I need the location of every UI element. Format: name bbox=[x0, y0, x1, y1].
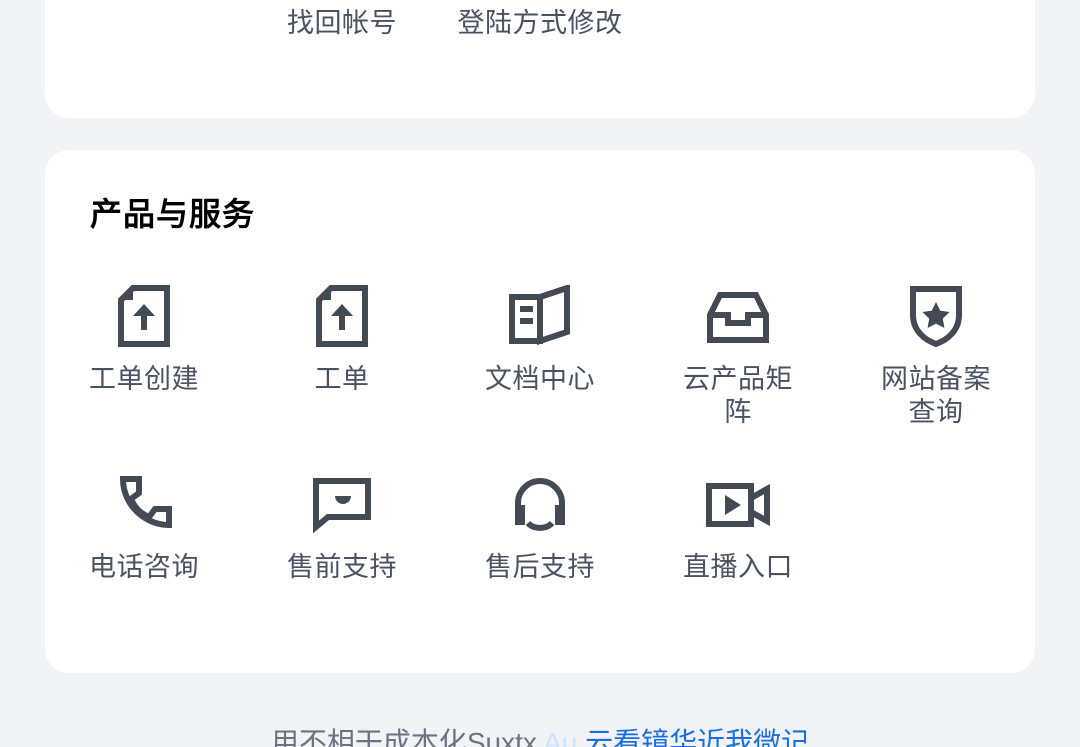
footer-text-before: 用不相干成本化Suxtx bbox=[270, 727, 537, 747]
tile-empty-slot bbox=[837, 473, 1035, 584]
account-grid: 找回帐号 登陆方式修改 bbox=[45, 4, 1035, 42]
document-upload-icon bbox=[313, 285, 371, 347]
account-card: 找回帐号 登陆方式修改 bbox=[45, 0, 1035, 118]
phone-icon bbox=[115, 473, 173, 535]
tile-label: 工单创建 bbox=[89, 364, 199, 394]
tile-label: 售前支持 bbox=[287, 552, 397, 582]
products-row-2: 电话咨询 售前支持 售后支持 直播入口 bbox=[45, 473, 1035, 584]
page-title: 产品与服务 bbox=[90, 196, 256, 232]
tile-ticket[interactable]: 工单 bbox=[243, 285, 441, 429]
tile-aftersales-support[interactable]: 售后支持 bbox=[441, 473, 639, 584]
tile-phone-consult[interactable]: 电话咨询 bbox=[45, 473, 243, 584]
tile-label: 云产品矩阵 bbox=[683, 364, 793, 427]
chat-bubble-smile-icon bbox=[311, 473, 373, 535]
video-camera-icon bbox=[704, 473, 772, 535]
tile-document-center[interactable]: 文档中心 bbox=[441, 285, 639, 429]
tile-label: 电话咨询 bbox=[89, 552, 199, 582]
tile-presales-support[interactable]: 售前支持 bbox=[243, 473, 441, 584]
shield-star-icon bbox=[907, 285, 965, 347]
account-cell-recover-account[interactable]: 找回帐号 bbox=[243, 4, 441, 42]
tile-label: 售后支持 bbox=[485, 552, 595, 582]
inbox-tray-icon bbox=[704, 285, 772, 347]
tile-icp-filing-query[interactable]: 网站备案查询 bbox=[837, 285, 1035, 429]
account-cell-3[interactable] bbox=[639, 4, 837, 42]
document-upload-icon bbox=[115, 285, 173, 347]
tile-cloud-product-matrix[interactable]: 云产品矩阵 bbox=[639, 285, 837, 429]
tile-label: 文档中心 bbox=[485, 364, 595, 394]
tile-label: 直播入口 bbox=[683, 552, 793, 582]
tile-label: 网站备案查询 bbox=[881, 364, 991, 427]
open-book-icon bbox=[507, 285, 573, 347]
account-cell-login-method-change[interactable]: 登陆方式修改 bbox=[441, 4, 639, 42]
account-cell-0[interactable] bbox=[45, 4, 243, 42]
footer-text: 用不相干成本化Suxtx Au 云看镜华近我微记 bbox=[0, 723, 1080, 747]
headset-icon bbox=[510, 473, 570, 535]
footer-link-light[interactable]: Au bbox=[543, 727, 577, 747]
tile-live-stream-entry[interactable]: 直播入口 bbox=[639, 473, 837, 584]
products-row-1: 工单创建 工单 文档中心 云产品矩阵 网站备案查询 bbox=[45, 285, 1035, 429]
account-cell-4[interactable] bbox=[837, 4, 1035, 42]
tile-ticket-create[interactable]: 工单创建 bbox=[45, 285, 243, 429]
footer-link[interactable]: 云看镜华近我微记 bbox=[585, 727, 809, 747]
tile-label: 工单 bbox=[314, 364, 370, 394]
